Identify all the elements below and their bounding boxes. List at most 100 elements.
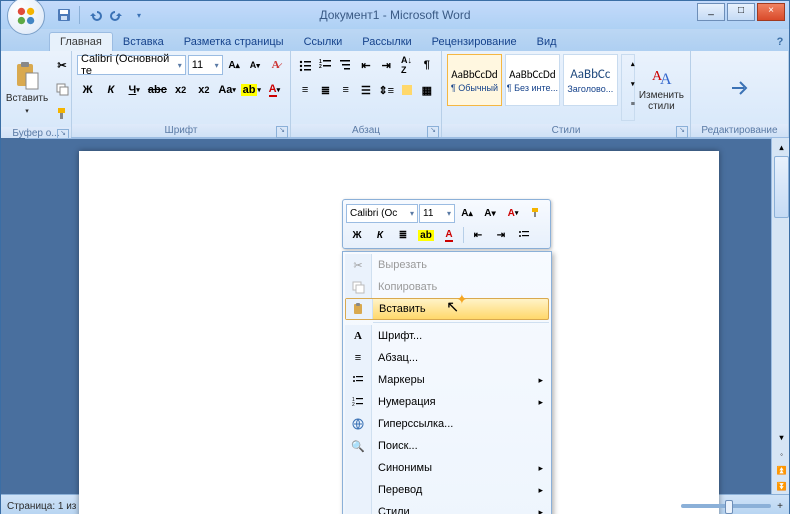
clear-format-button[interactable]: A̷ <box>266 54 285 76</box>
paste-button[interactable]: Вставить ▾ <box>6 54 48 124</box>
ctx-paragraph[interactable]: ≡Абзац... <box>345 347 549 369</box>
style-heading1[interactable]: AaBbCcЗаголово... <box>563 54 618 106</box>
minimize-button[interactable]: _ <box>697 3 725 21</box>
subscript-button[interactable]: x2 <box>170 79 191 101</box>
mini-italic[interactable]: К <box>369 225 391 245</box>
office-button[interactable] <box>7 0 45 35</box>
mini-highlight[interactable]: ab <box>415 225 437 245</box>
strike-button[interactable]: abc <box>147 79 168 101</box>
tab-view[interactable]: Вид <box>527 33 567 51</box>
font-name-combo[interactable]: Calibri (Основной те▾ <box>77 55 186 75</box>
mini-shrink-font[interactable]: A▾ <box>479 203 501 223</box>
style-nospacing[interactable]: AaBbCcDd¶ Без инте... <box>505 54 560 106</box>
mini-bold[interactable]: Ж <box>346 225 368 245</box>
ctx-hyperlink[interactable]: Гиперссылка... <box>345 413 549 435</box>
tab-insert[interactable]: Вставка <box>113 33 174 51</box>
mini-center[interactable]: ≣ <box>392 225 414 245</box>
show-marks-button[interactable]: ¶ <box>418 54 436 76</box>
close-button[interactable]: × <box>757 3 785 21</box>
align-center-button[interactable]: ≣ <box>316 79 334 101</box>
change-case-button[interactable]: Aa▾ <box>217 79 238 101</box>
font-size-combo[interactable]: 11▾ <box>188 55 223 75</box>
zoom-slider[interactable] <box>681 504 771 508</box>
redo-button[interactable] <box>108 6 126 24</box>
cut-button[interactable]: ✂ <box>51 54 73 76</box>
window-controls: _ □ × <box>695 3 785 21</box>
page-viewport[interactable]: Calibri (Ос▾ 11▾ A▴ A▾ A▾ Ж К ≣ ab <box>26 139 771 514</box>
scroll-down[interactable]: ▾ <box>772 428 790 446</box>
numbering-button[interactable]: 12 <box>316 54 334 76</box>
ctx-lookup[interactable]: 🔍Поиск... <box>345 435 549 457</box>
para-launcher[interactable]: ↘ <box>427 126 439 138</box>
mini-grow-font[interactable]: A▴ <box>456 203 478 223</box>
undo-button[interactable] <box>86 6 104 24</box>
tab-pagelayout[interactable]: Разметка страницы <box>174 33 294 51</box>
mini-size-combo[interactable]: 11▾ <box>419 204 455 223</box>
font-color-button[interactable]: A▾ <box>264 79 285 101</box>
mini-font-combo[interactable]: Calibri (Ос▾ <box>346 204 418 223</box>
mini-format-painter[interactable] <box>525 203 547 223</box>
bold-button[interactable]: Ж <box>77 79 98 101</box>
tab-mailings[interactable]: Рассылки <box>352 33 421 51</box>
multilevel-button[interactable] <box>337 54 355 76</box>
tab-home[interactable]: Главная <box>49 32 113 51</box>
ctx-font[interactable]: AШрифт... <box>345 325 549 347</box>
styles-launcher[interactable]: ↘ <box>676 126 688 138</box>
copy-button[interactable] <box>51 78 73 100</box>
align-left-button[interactable]: ≡ <box>296 79 314 101</box>
mini-bullets[interactable] <box>513 225 535 245</box>
vertical-scrollbar[interactable]: ▴ ▾ ◦ ⏫ ⏬ <box>771 138 789 494</box>
ribbon-tabs: Главная Вставка Разметка страницы Ссылки… <box>1 29 789 51</box>
inc-indent-button[interactable]: ⇥ <box>377 54 395 76</box>
ctx-translate[interactable]: Перевод▸ <box>345 479 549 501</box>
highlight-button[interactable]: ab▾ <box>240 79 262 101</box>
zoom-in[interactable]: + <box>777 501 783 512</box>
save-button[interactable] <box>55 6 73 24</box>
ctx-bullets[interactable]: Маркеры▸ <box>345 369 549 391</box>
shading-button[interactable] <box>397 79 415 101</box>
next-page[interactable]: ⏬ <box>772 478 790 494</box>
ctx-numbering[interactable]: 12Нумерация▸ <box>345 391 549 413</box>
svg-text:2: 2 <box>319 64 322 70</box>
scroll-up[interactable]: ▴ <box>772 138 790 156</box>
change-styles-button[interactable]: AA Изменить стили <box>638 54 685 121</box>
font-label: Шрифт <box>165 125 198 136</box>
help-button[interactable]: ? <box>771 33 789 51</box>
mini-styles[interactable]: A▾ <box>502 203 524 223</box>
qat-customize[interactable]: ▾ <box>130 6 148 24</box>
align-right-button[interactable]: ≡ <box>337 79 355 101</box>
underline-button[interactable]: Ч▾ <box>124 79 145 101</box>
tab-review[interactable]: Рецензирование <box>422 33 527 51</box>
svg-text:A: A <box>660 71 672 88</box>
line-spacing-button[interactable]: ⇕≡ <box>377 79 395 101</box>
ctx-paste[interactable]: Вставить <box>345 298 549 320</box>
mini-dec-indent[interactable]: ⇤ <box>467 225 489 245</box>
style-normal[interactable]: AaBbCcDd¶ Обычный <box>447 54 502 106</box>
ctx-synonyms[interactable]: Синонимы▸ <box>345 457 549 479</box>
mini-inc-indent[interactable]: ⇥ <box>490 225 512 245</box>
superscript-button[interactable]: x2 <box>193 79 214 101</box>
tab-references[interactable]: Ссылки <box>294 33 353 51</box>
prev-page[interactable]: ⏫ <box>772 462 790 478</box>
browse-object[interactable]: ◦ <box>772 446 790 462</box>
sort-button[interactable]: A↓Z <box>397 54 415 76</box>
maximize-button[interactable]: □ <box>727 3 755 21</box>
grow-font-button[interactable]: A▴ <box>225 54 244 76</box>
scroll-thumb[interactable] <box>774 156 789 218</box>
ctx-styles[interactable]: Стили▸ <box>345 501 549 514</box>
editing-button[interactable] <box>719 54 761 121</box>
bullets-button[interactable] <box>296 54 314 76</box>
justify-button[interactable]: ☰ <box>357 79 375 101</box>
svg-text:2: 2 <box>352 402 355 408</box>
format-painter-button[interactable] <box>51 102 73 124</box>
context-menu: ✂Вырезать Копировать Вставить AШрифт... … <box>342 251 552 514</box>
group-paragraph: 12 ⇤ ⇥ A↓Z ¶ ≡ ≣ ≡ ☰ ⇕≡ ▦ Абзац↘ <box>291 51 442 137</box>
shrink-font-button[interactable]: A▾ <box>245 54 264 76</box>
ctx-cut: ✂Вырезать <box>345 254 549 276</box>
mini-font-color[interactable]: A <box>438 225 460 245</box>
ctx-copy: Копировать <box>345 276 549 298</box>
borders-button[interactable]: ▦ <box>418 79 436 101</box>
font-launcher[interactable]: ↘ <box>276 126 288 138</box>
dec-indent-button[interactable]: ⇤ <box>357 54 375 76</box>
italic-button[interactable]: К <box>100 79 121 101</box>
